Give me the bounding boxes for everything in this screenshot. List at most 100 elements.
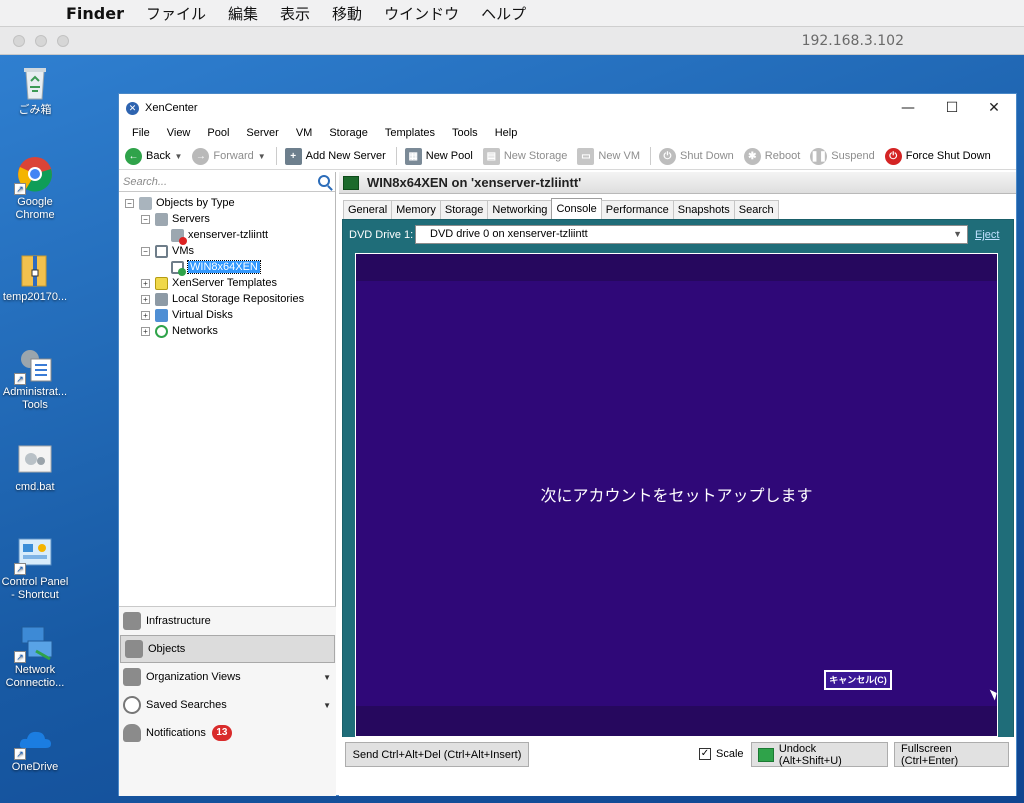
desktop-icon-label: OneDrive [11, 761, 59, 773]
desktop-icon-network-connections[interactable]: ↗ Network Connectio... [0, 623, 70, 690]
nav-notifications[interactable]: Notifications 13 [119, 719, 336, 747]
chevron-down-icon[interactable]: ▼ [323, 701, 331, 710]
tab-search[interactable]: Search [733, 200, 779, 219]
desktop-icon-admin-tools[interactable]: ↗ Administrat... Tools [0, 345, 70, 412]
mac-menu-bar: Finder ファイル 編集 表示 移動 ウインドウ ヘルプ [0, 0, 1024, 27]
tree-node-networks[interactable]: + Networks [141, 323, 218, 339]
chevron-down-icon[interactable]: ▼ [953, 226, 962, 243]
expand-icon[interactable]: + [141, 326, 150, 336]
tree-node-servers[interactable]: − Servers [141, 211, 210, 227]
tree-node-templates[interactable]: + XenServer Templates [141, 275, 277, 291]
finder-app-menu[interactable]: Finder [66, 4, 124, 23]
toolbar-separator [275, 147, 277, 165]
expand-icon[interactable]: + [141, 278, 150, 288]
desktop-icon-cmd-bat[interactable]: cmd.bat [0, 440, 70, 494]
menu-help[interactable]: Help [495, 127, 518, 139]
zoom-traffic-light-icon[interactable] [57, 35, 69, 47]
nav-organization-views[interactable]: Organization Views ▼ [119, 663, 336, 691]
menu-pool[interactable]: Pool [207, 127, 229, 139]
tree-node-vm-item[interactable]: WIN8x64XEN [171, 259, 261, 276]
tab-console[interactable]: Console [551, 198, 602, 219]
tab-performance[interactable]: Performance [600, 200, 674, 219]
tree-node-objects-by-type[interactable]: − Objects by Type [125, 195, 235, 211]
menu-tools[interactable]: Tools [452, 127, 478, 139]
menu-vm[interactable]: VM [296, 127, 313, 139]
force-shut-down-button[interactable]: ⏻ Force Shut Down [884, 147, 991, 165]
search-icon[interactable] [318, 175, 330, 187]
shortcut-arrow-icon: ↗ [14, 183, 26, 195]
mac-menu-window[interactable]: ウインドウ [384, 3, 459, 24]
nav-objects[interactable]: Objects [120, 635, 335, 663]
tree-node-local-storage[interactable]: + Local Storage Repositories [141, 291, 304, 307]
tab-networking[interactable]: Networking [487, 200, 553, 219]
menu-storage[interactable]: Storage [329, 127, 368, 139]
tree-label: Virtual Disks [172, 309, 233, 321]
tab-memory[interactable]: Memory [391, 200, 441, 219]
setup-cancel-button[interactable]: キャンセル(C) [824, 670, 892, 690]
nav-infrastructure[interactable]: Infrastructure [119, 607, 336, 635]
suspend-button[interactable]: ❚❚ Suspend [810, 147, 875, 165]
menu-templates[interactable]: Templates [385, 127, 435, 139]
fullscreen-button[interactable]: Fullscreen (Ctrl+Enter) [894, 742, 1009, 767]
close-traffic-light-icon[interactable] [13, 35, 25, 47]
vm-console-screen[interactable]: 次にアカウントをセットアップします キャンセル(C) [355, 253, 1000, 737]
minimize-button[interactable]: — [888, 94, 928, 122]
mac-menu-edit[interactable]: 編集 [228, 3, 258, 24]
forward-button[interactable]: → Forward ▼ [192, 147, 266, 165]
desktop-icon-onedrive[interactable]: ↗ OneDrive [0, 720, 70, 774]
menu-server[interactable]: Server [246, 127, 278, 139]
menu-file[interactable]: File [132, 127, 150, 139]
eject-link[interactable]: Eject [975, 229, 999, 241]
chevron-down-icon[interactable]: ▼ [258, 152, 266, 161]
mac-menu-view[interactable]: 表示 [280, 3, 310, 24]
desktop-icon-label: Administrat... Tools [2, 386, 68, 411]
collapse-icon[interactable]: − [125, 198, 134, 208]
mac-menu-help[interactable]: ヘルプ [481, 3, 526, 24]
add-new-server-button[interactable]: + Add New Server [284, 147, 386, 165]
vm-group-icon [155, 244, 168, 258]
desktop-icon-temp-archive[interactable]: temp20170... [0, 250, 70, 304]
tree-node-vms[interactable]: − VMs [141, 243, 194, 259]
chevron-down-icon[interactable]: ▼ [323, 673, 331, 682]
new-vm-button[interactable]: ▭ New VM [577, 147, 640, 165]
scale-toggle[interactable]: ✓ Scale [699, 748, 744, 760]
toolbar-separator [395, 147, 397, 165]
send-ctrl-alt-del-button[interactable]: Send Ctrl+Alt+Del (Ctrl+Alt+Insert) [345, 742, 529, 767]
network-connections-icon: ↗ [14, 623, 54, 663]
desktop-icon-label: Google Chrome [15, 196, 55, 221]
search-input[interactable]: Search... [123, 176, 167, 188]
undock-button[interactable]: Undock (Alt+Shift+U) [751, 742, 888, 767]
mac-menu-go[interactable]: 移動 [332, 3, 362, 24]
minimize-traffic-light-icon[interactable] [35, 35, 47, 47]
chevron-down-icon[interactable]: ▼ [174, 152, 182, 161]
tab-bar: General Memory Storage Networking Consol… [343, 198, 779, 219]
tree-node-server-item[interactable]: xenserver-tzliintt [171, 227, 268, 245]
collapse-icon[interactable]: − [141, 214, 150, 224]
search-box[interactable]: Search... [119, 172, 335, 192]
maximize-button[interactable]: ☐ [932, 94, 972, 122]
expand-icon[interactable]: + [141, 310, 150, 320]
template-icon [155, 276, 168, 290]
scale-checkbox[interactable]: ✓ [699, 748, 711, 760]
nav-saved-searches[interactable]: Saved Searches ▼ [119, 691, 336, 719]
dvd-drive-select[interactable]: DVD drive 0 on xenserver-tzliintt ▼ [415, 225, 968, 244]
collapse-icon[interactable]: − [141, 246, 150, 256]
mac-menu-file[interactable]: ファイル [146, 3, 206, 24]
menu-view[interactable]: View [167, 127, 191, 139]
desktop-icon-recycle-bin[interactable]: ごみ箱 [0, 63, 70, 117]
infrastructure-icon [123, 612, 141, 630]
expand-icon[interactable]: + [141, 294, 150, 304]
new-pool-button[interactable]: ▦ New Pool [404, 147, 473, 165]
tab-storage[interactable]: Storage [439, 200, 489, 219]
shut-down-button[interactable]: ⏻ Shut Down [658, 147, 734, 165]
tab-snapshots[interactable]: Snapshots [672, 200, 735, 219]
tree-node-virtual-disks[interactable]: + Virtual Disks [141, 307, 233, 323]
close-button[interactable]: ✕ [974, 94, 1014, 122]
back-button[interactable]: ← Back ▼ [125, 147, 182, 165]
tab-general[interactable]: General [343, 200, 393, 219]
reboot-button[interactable]: ✱ Reboot [743, 147, 800, 165]
objects-cube-icon [139, 196, 152, 210]
new-storage-button[interactable]: ▤ New Storage [482, 147, 567, 165]
desktop-icon-chrome[interactable]: ↗ Google Chrome [0, 155, 70, 222]
desktop-icon-control-panel[interactable]: ↗ Control Panel - Shortcut [0, 535, 70, 602]
